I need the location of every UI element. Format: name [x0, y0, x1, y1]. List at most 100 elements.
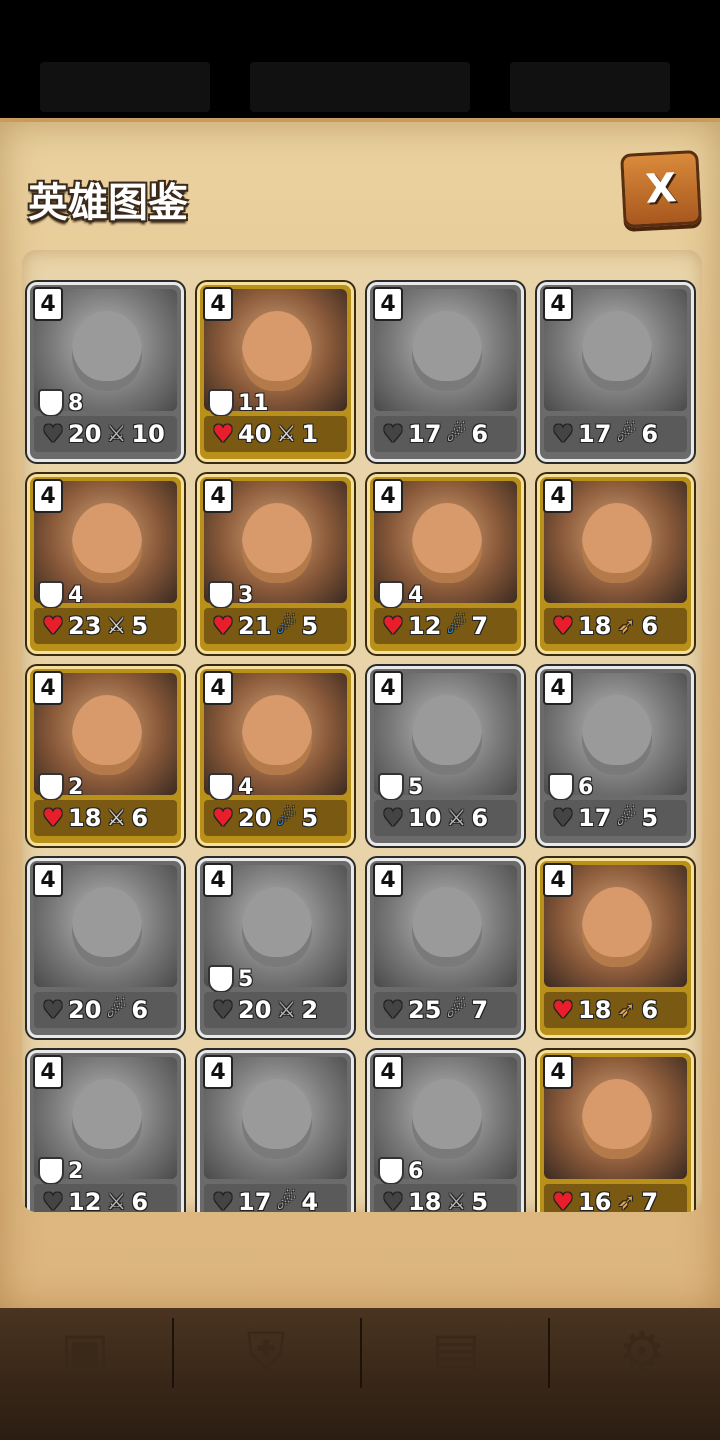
hero-card[interactable]: 4 ♥ 20 ☄ 6 — [27, 858, 184, 1038]
heart-icon: ♥ — [42, 1188, 64, 1212]
attack-value: 5 — [471, 1188, 489, 1212]
hero-face — [72, 695, 142, 775]
hero-face — [72, 887, 142, 967]
hero-card[interactable]: 4 ♥ 25 ☄ 7 — [367, 858, 524, 1038]
armor-stat: 4 — [208, 773, 253, 801]
armor-value: 2 — [68, 774, 84, 800]
hero-card[interactable]: 4 11 ♥ 40 ⚔ 1 — [197, 282, 354, 462]
hero-card[interactable]: 4 ♥ 18 ➶ 6 — [537, 858, 694, 1038]
nav-divider — [548, 1318, 550, 1388]
attack-value: 6 — [641, 420, 659, 448]
bow-icon: ➶ — [617, 1189, 636, 1213]
level-badge: 4 — [543, 287, 573, 321]
level-badge: 4 — [373, 287, 403, 321]
level-badge: 4 — [203, 863, 233, 897]
sword-icon: ⚔ — [446, 805, 467, 831]
armor-value: 3 — [238, 582, 254, 608]
sword-icon: ⚔ — [276, 421, 297, 447]
shield-icon — [38, 389, 64, 417]
heart-icon: ♥ — [42, 420, 64, 448]
hero-face — [412, 311, 482, 391]
hero-card[interactable]: 4 ♥ 17 ☄ 6 — [537, 282, 694, 462]
hero-card[interactable]: 4 6 ♥ 17 ☄ 5 — [537, 666, 694, 846]
hero-face — [72, 1079, 142, 1159]
attack-value: 6 — [641, 612, 659, 640]
stat-bar: ♥ 40 ⚔ 1 — [204, 416, 347, 452]
heart-icon: ♥ — [382, 804, 404, 832]
level-badge: 4 — [203, 671, 233, 705]
armor-stat: 11 — [208, 389, 269, 417]
hero-grid-frame[interactable]: 4 8 ♥ 20 ⚔ 10 4 11 ♥ 40 ⚔ 1 4 ♥ 17 ☄ 6 4 ♥ 17 ☄ 6 4 4 ♥ 23 ⚔ 5 4 3 ♥ 21… — [22, 250, 702, 1212]
armor-stat: 3 — [208, 581, 253, 609]
level-badge: 4 — [33, 1055, 63, 1089]
heart-icon: ♥ — [552, 804, 574, 832]
hp-value: 12 — [408, 612, 442, 640]
heart-icon: ♥ — [552, 1188, 574, 1212]
magic-icon: ☄ — [446, 421, 467, 447]
armor-value: 5 — [238, 966, 254, 992]
hero-face — [72, 311, 142, 391]
nav-tab-settings[interactable]: ⚙ — [572, 1312, 712, 1392]
stat-bar: ♥ 20 ☄ 5 — [204, 800, 347, 836]
hero-card[interactable]: 4 ♥ 16 ➶ 7 — [537, 1050, 694, 1212]
hero-card[interactable]: 4 4 ♥ 20 ☄ 5 — [197, 666, 354, 846]
heart-icon: ♥ — [42, 996, 64, 1024]
nav-tab-chest[interactable]: ▣ — [15, 1312, 155, 1392]
level-badge: 4 — [33, 863, 63, 897]
hp-value: 25 — [408, 996, 442, 1024]
hero-card[interactable]: 4 4 ♥ 12 ☄ 7 — [367, 474, 524, 654]
stat-bar: ♥ 20 ☄ 6 — [34, 992, 177, 1028]
hp-value: 21 — [238, 612, 272, 640]
heart-icon: ♥ — [552, 612, 574, 640]
attack-value: 5 — [301, 804, 319, 832]
level-badge: 4 — [33, 479, 63, 513]
hero-card[interactable]: 4 2 ♥ 18 ⚔ 6 — [27, 666, 184, 846]
level-badge: 4 — [543, 863, 573, 897]
level-badge: 4 — [203, 287, 233, 321]
heart-icon: ♥ — [42, 612, 64, 640]
hero-card[interactable]: 4 ♥ 17 ☄ 4 — [197, 1050, 354, 1212]
hero-card[interactable]: 4 2 ♥ 12 ⚔ 6 — [27, 1050, 184, 1212]
close-button[interactable]: X — [620, 150, 702, 228]
hp-value: 20 — [238, 804, 272, 832]
stat-bar: ♥ 10 ⚔ 6 — [374, 800, 517, 836]
hero-card[interactable]: 4 ♥ 17 ☄ 6 — [367, 282, 524, 462]
hero-card[interactable]: 4 5 ♥ 20 ⚔ 2 — [197, 858, 354, 1038]
hero-card[interactable]: 4 3 ♥ 21 ☄ 5 — [197, 474, 354, 654]
hero-card[interactable]: 4 4 ♥ 23 ⚔ 5 — [27, 474, 184, 654]
shield-icon — [208, 773, 234, 801]
top-tab-ghost — [250, 62, 470, 112]
attack-value: 5 — [131, 612, 149, 640]
armor-stat: 2 — [38, 1157, 83, 1185]
attack-value: 6 — [131, 1188, 149, 1212]
magic-icon: ☄ — [106, 997, 127, 1023]
magic-icon: ☄ — [276, 613, 297, 639]
attack-value: 6 — [131, 996, 149, 1024]
armor-stat: 6 — [548, 773, 593, 801]
armor-value: 4 — [238, 774, 254, 800]
nav-tab-heroes[interactable]: ⛨ — [196, 1312, 336, 1392]
armor-stat: 5 — [378, 773, 423, 801]
hero-card[interactable]: 4 ♥ 18 ➶ 6 — [537, 474, 694, 654]
shield-icon — [208, 389, 234, 417]
shield-icon — [378, 773, 404, 801]
level-badge: 4 — [33, 671, 63, 705]
hero-card[interactable]: 4 8 ♥ 20 ⚔ 10 — [27, 282, 184, 462]
bow-icon: ➶ — [617, 997, 636, 1023]
level-badge: 4 — [33, 287, 63, 321]
level-badge: 4 — [543, 1055, 573, 1089]
hero-face — [582, 1079, 652, 1159]
hero-card[interactable]: 4 5 ♥ 10 ⚔ 6 — [367, 666, 524, 846]
hp-value: 20 — [68, 996, 102, 1024]
hp-value: 40 — [238, 420, 272, 448]
stat-bar: ♥ 25 ☄ 7 — [374, 992, 517, 1028]
armor-value: 8 — [68, 390, 84, 416]
sword-icon: ⚔ — [106, 613, 127, 639]
attack-value: 1 — [301, 420, 319, 448]
attack-value: 7 — [471, 996, 489, 1024]
hp-value: 18 — [408, 1188, 442, 1212]
hero-card[interactable]: 4 6 ♥ 18 ⚔ 5 — [367, 1050, 524, 1212]
armor-stat: 4 — [38, 581, 83, 609]
hero-face — [242, 311, 312, 391]
nav-tab-shop[interactable]: ▤ — [386, 1312, 526, 1392]
